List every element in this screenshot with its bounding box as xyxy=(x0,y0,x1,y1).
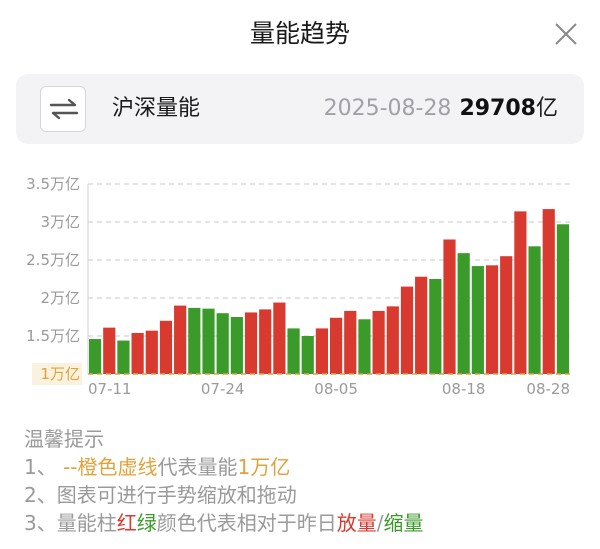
volume-bar xyxy=(528,246,541,374)
y-tick-label: 2万亿 xyxy=(40,289,80,307)
volume-bar xyxy=(89,339,102,374)
volume-bar xyxy=(301,336,314,374)
volume-bar xyxy=(500,256,513,374)
volume-bar xyxy=(259,309,272,374)
volume-bar xyxy=(315,328,328,374)
swap-arrows-icon xyxy=(49,98,79,120)
tip1-prefix: 1、 xyxy=(24,455,64,479)
volume-bar xyxy=(514,211,527,374)
volume-date: 2025-08-28 xyxy=(323,96,452,121)
tips-heading: 温馨提示 xyxy=(24,427,104,451)
tip3-green: 绿 xyxy=(136,511,157,535)
tip3-up: 放量 xyxy=(336,511,377,535)
tip3-red: 红 xyxy=(116,511,137,535)
tip3-prefix: 3、量能柱 xyxy=(24,511,117,535)
volume-bar xyxy=(415,276,428,374)
volume-bar xyxy=(400,286,414,374)
volume-bar xyxy=(216,313,229,374)
volume-bar xyxy=(244,312,258,374)
x-tick-label: 07-24 xyxy=(201,380,245,398)
y-tick-label: 1.5万亿 xyxy=(26,327,80,345)
volume-bar xyxy=(556,224,569,374)
volume-bar xyxy=(457,253,470,374)
tip-line-1: 1、 --橙色虚线代表量能1万亿 xyxy=(24,453,423,481)
y-tick-label: 1万亿 xyxy=(40,365,80,383)
volume-bar xyxy=(131,332,144,374)
volume-bar xyxy=(358,319,371,374)
y-tick-label: 3万亿 xyxy=(40,213,80,231)
y-tick-label: 2.5万亿 xyxy=(26,251,80,269)
volume-bar-chart[interactable]: 3.5万亿 3万亿 2.5万亿 2万亿 1.5万亿 1万亿 07-11 07-24 08-05 0… xyxy=(0,168,600,400)
volume-unit: 亿 xyxy=(535,96,558,121)
tip1-mid: 代表量能 xyxy=(157,455,238,479)
volume-bar xyxy=(330,317,343,374)
tip1-orange-text: --橙色虚线 xyxy=(63,455,158,479)
tip1-value: 1万亿 xyxy=(237,455,291,479)
swap-button[interactable] xyxy=(40,86,86,132)
x-tick-label: 08-28 xyxy=(526,380,570,398)
volume-bar xyxy=(159,320,173,374)
index-name: 沪深量能 xyxy=(112,96,201,121)
tip3-down: 缩量 xyxy=(383,511,424,535)
page-title: 量能趋势 xyxy=(249,19,350,48)
volume-bar xyxy=(145,330,158,374)
volume-bar xyxy=(188,307,201,374)
tips-section: 温馨提示 1、 --橙色虚线代表量能1万亿 2、图表可进行手势缩放和拖动 3、量… xyxy=(24,425,423,537)
volume-bar xyxy=(344,310,357,374)
volume-summary: 2025-08-28 29708亿 xyxy=(324,74,558,144)
x-tick-label: 08-18 xyxy=(442,380,486,398)
volume-bar xyxy=(542,209,555,374)
x-tick-label: 07-11 xyxy=(88,380,132,398)
tip-line-3: 3、量能柱红绿颜色代表相对于昨日放量/缩量 xyxy=(24,509,423,537)
volume-bar xyxy=(372,310,385,374)
x-tick-label: 08-05 xyxy=(314,380,358,398)
tip3-mid: 颜色代表相对于昨日 xyxy=(156,511,337,535)
volume-bar xyxy=(103,327,116,374)
volume-bar xyxy=(174,305,187,374)
volume-value: 29708 xyxy=(459,96,536,121)
index-card: 沪深量能 2025-08-28 29708亿 xyxy=(16,74,584,144)
volume-bar xyxy=(471,266,484,374)
volume-bar xyxy=(202,308,215,374)
volume-bar xyxy=(117,340,130,374)
y-tick-label: 3.5万亿 xyxy=(26,175,80,193)
volume-bar xyxy=(429,279,442,374)
volume-bar xyxy=(485,265,499,374)
volume-bar xyxy=(386,306,399,374)
volume-bar xyxy=(443,239,456,374)
volume-bar xyxy=(230,317,243,374)
volume-bar xyxy=(287,328,300,374)
tip-line-2: 2、图表可进行手势缩放和拖动 xyxy=(24,483,297,507)
volume-bar xyxy=(273,302,286,374)
close-icon[interactable] xyxy=(552,20,580,48)
